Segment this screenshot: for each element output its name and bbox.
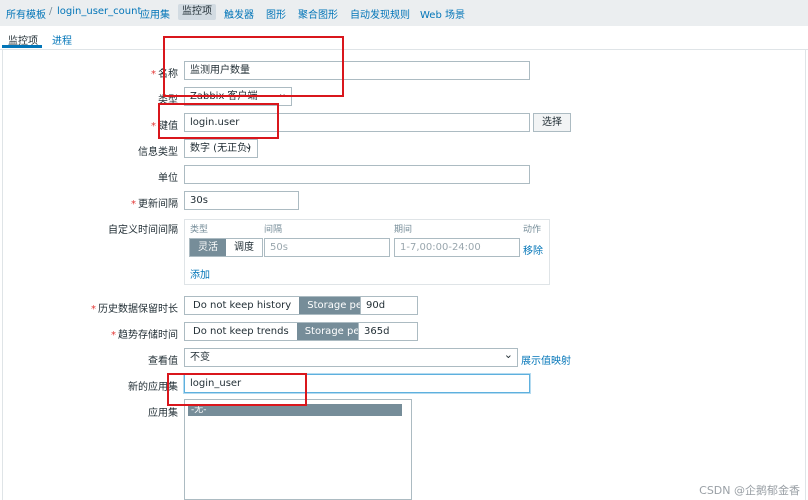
ci-type-flexible[interactable]: 灵活 xyxy=(190,239,226,256)
show-value-label: 查看值 xyxy=(148,356,178,367)
highlight-box-new-app xyxy=(167,373,307,406)
ci-add-link[interactable]: 添加 xyxy=(190,266,210,281)
breadcrumb-separator: / xyxy=(49,6,53,17)
breadcrumb-graphs[interactable]: 图形 xyxy=(266,6,286,21)
trends-label: * 趋势存储时间 xyxy=(111,330,178,341)
highlight-box-key xyxy=(158,103,279,139)
value-mapping-link[interactable]: 展示值映射 xyxy=(521,352,571,367)
tab-preprocessing[interactable]: 进程 xyxy=(52,32,72,47)
ci-header-type: 类型 xyxy=(190,225,209,235)
apps-label: 应用集 xyxy=(148,408,178,419)
highlight-box-name xyxy=(163,36,344,97)
ci-header-period: 期间 xyxy=(394,225,413,235)
unit-label: 单位 xyxy=(158,173,178,184)
history-label: * 历史数据保留时长 xyxy=(91,304,178,315)
breadcrumb-applications[interactable]: 应用集 xyxy=(140,6,170,21)
update-interval-input[interactable]: 30s xyxy=(184,191,299,210)
breadcrumb-template[interactable]: login_user_count xyxy=(57,6,141,17)
update-interval-label: * 更新间隔 xyxy=(131,199,178,210)
breadcrumb-screens[interactable]: 聚合图形 xyxy=(298,6,338,21)
show-value-select[interactable]: 不变 xyxy=(184,348,518,367)
watermark: CSDN @企鹅郁金香 xyxy=(699,484,800,497)
breadcrumb-all-templates[interactable]: 所有模板 xyxy=(6,6,46,21)
ci-type-toggle: 灵活 调度 xyxy=(189,238,263,257)
unit-input[interactable] xyxy=(184,165,530,184)
breadcrumb-web-scenarios[interactable]: Web 场景 xyxy=(420,6,465,21)
ci-remove-link[interactable]: 移除 xyxy=(523,242,543,257)
ci-header-action: 动作 xyxy=(523,225,542,235)
ci-period-input[interactable]: 1-7,00:00-24:00 xyxy=(394,238,520,257)
trends-period-input[interactable]: 365d xyxy=(358,322,418,341)
breadcrumb-triggers[interactable]: 触发器 xyxy=(224,6,254,21)
ci-interval-input[interactable]: 50s xyxy=(264,238,390,257)
ci-type-scheduling[interactable]: 调度 xyxy=(226,239,262,256)
ci-header-interval: 间隔 xyxy=(264,225,283,235)
tab-bar: 监控项 进程 xyxy=(0,26,808,50)
history-do-not-keep[interactable]: Do not keep history xyxy=(185,297,299,314)
trends-do-not-keep[interactable]: Do not keep trends xyxy=(185,323,297,340)
breadcrumb-items[interactable]: 监控项 xyxy=(178,4,216,20)
history-period-input[interactable]: 90d xyxy=(360,296,418,315)
info-type-select[interactable]: 数字 (无正负) xyxy=(184,139,258,158)
breadcrumb: 所有模板 / login_user_count 应用集 监控项 触发器 图形 聚… xyxy=(0,0,808,26)
info-type-label: 信息类型 xyxy=(138,147,178,158)
custom-intervals-label: 自定义时间间隔 xyxy=(108,225,178,236)
breadcrumb-discovery-rules[interactable]: 自动发现规则 xyxy=(350,6,410,21)
active-tab-indicator xyxy=(2,45,42,48)
select-key-button[interactable]: 选择 xyxy=(533,113,571,132)
